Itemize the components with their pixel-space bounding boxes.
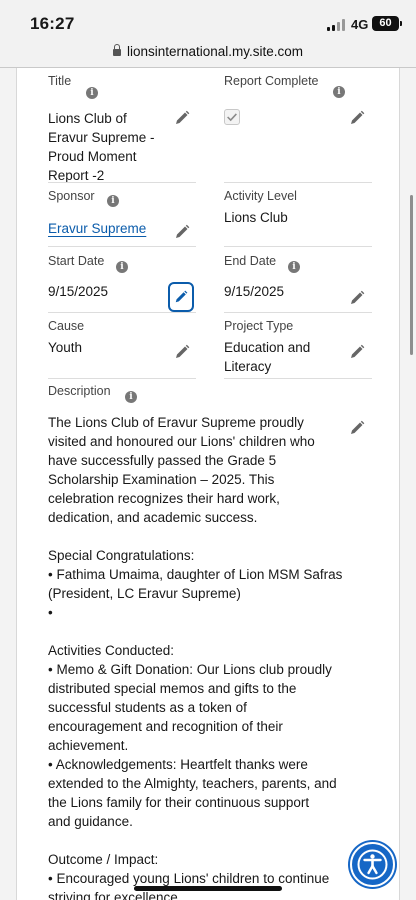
description-line: Special Congratulations: (48, 548, 195, 563)
record-detail-card: Title i Lions Club of Eravur Supreme - P… (16, 68, 400, 900)
activity-level-value: Lions Club (224, 210, 288, 225)
description-line: visited and honoured our Lions' children… (48, 434, 315, 449)
edit-project-type-pencil-icon[interactable] (349, 344, 365, 360)
accessibility-icon (357, 849, 388, 880)
description-line: achievement. (48, 738, 129, 753)
project-type-label: Project Type (224, 319, 294, 333)
cause-value: Youth (48, 340, 83, 355)
description-blank-line (48, 622, 348, 641)
divider (48, 246, 196, 247)
description-line: The Lions Club of Eravur Supreme proudly (48, 415, 304, 430)
project-type-value: Education and Literacy (224, 338, 310, 376)
description-value: The Lions Club of Eravur Supreme proudly… (48, 413, 348, 900)
description-line: Activities Conducted: (48, 643, 175, 658)
description-line: the Lions family for their continuous su… (48, 795, 310, 810)
info-icon[interactable]: i (107, 195, 119, 207)
end-date-label: End Date (224, 254, 277, 268)
url-display[interactable]: lionsinternational.my.site.com (112, 44, 304, 59)
description-field-label: Description i (48, 384, 198, 404)
title-value: Lions Club of Eravur Supreme - Proud Mom… (48, 109, 155, 185)
description-line: • (48, 605, 53, 620)
url-text: lionsinternational.my.site.com (126, 44, 304, 59)
divider (224, 312, 372, 313)
accessibility-button[interactable] (350, 842, 395, 887)
checkmark-icon (227, 113, 237, 122)
sponsor-label: Sponsor (48, 189, 95, 203)
project-type-line: Literacy (224, 359, 272, 374)
description-line: extended to the Almighty, teachers, pare… (48, 776, 337, 791)
pencil-icon (175, 290, 188, 303)
info-icon[interactable]: i (288, 261, 300, 273)
edit-start-date-button[interactable] (168, 282, 194, 312)
lock-icon (112, 44, 121, 56)
report-complete-label: Report Complete (224, 74, 319, 88)
title-field: Title i Lions Club of Eravur Supreme - P… (48, 74, 198, 184)
description-line: and guidance. (48, 814, 133, 829)
activity-level-field: Activity Level Lions Club (224, 189, 374, 239)
description-label: Description (48, 384, 111, 398)
description-line: Outcome / Impact: (48, 852, 159, 867)
description-blank-line (48, 527, 348, 546)
start-date-value: 9/15/2025 (48, 284, 109, 299)
description-line: successful students as a token of (48, 700, 247, 715)
title-line: Proud Moment (48, 149, 137, 164)
report-complete-checkbox (224, 109, 240, 125)
edit-report-complete-pencil-icon[interactable] (349, 110, 365, 126)
title-line: Lions Club of (48, 111, 127, 126)
description-line: dedication, and academic success. (48, 510, 258, 525)
divider (48, 378, 196, 379)
battery-icon: 60 (372, 16, 402, 31)
info-icon[interactable]: i (86, 87, 98, 99)
activity-level-label: Activity Level (224, 189, 297, 203)
description-line: Scholarship Examination – 2025. This (48, 472, 275, 487)
title-label: Title (48, 74, 72, 88)
info-icon[interactable]: i (333, 86, 345, 98)
description-line: • Memo & Gift Donation: Our Lions club p… (48, 662, 332, 677)
divider (224, 378, 372, 379)
info-icon[interactable]: i (116, 261, 128, 273)
signal-icon (327, 19, 346, 31)
info-icon[interactable]: i (125, 391, 137, 403)
description-blank-line (48, 831, 348, 850)
clock: 16:27 (30, 14, 75, 33)
description-line: • Fathima Umaima, daughter of Lion MSM S… (48, 567, 343, 582)
divider (48, 312, 196, 313)
description-line: distributed special memos and gifts to t… (48, 681, 297, 696)
network-type: 4G (351, 17, 369, 32)
divider (224, 246, 372, 247)
divider (48, 182, 196, 183)
description-line: • Acknowledgements: Heartfelt thanks wer… (48, 757, 308, 772)
edit-description-pencil-icon[interactable] (349, 420, 365, 436)
home-indicator[interactable] (134, 886, 282, 891)
description-line: celebration recognizes their hard work, (48, 491, 280, 506)
end-date-value: 9/15/2025 (224, 284, 285, 299)
address-bar[interactable]: lionsinternational.my.site.com (0, 40, 416, 68)
sponsor-link[interactable]: Eravur Supreme (48, 219, 146, 238)
edit-title-pencil-icon[interactable] (174, 110, 190, 126)
cause-label: Cause (48, 319, 85, 333)
edit-sponsor-pencil-icon[interactable] (174, 224, 190, 240)
start-date-label: Start Date (48, 254, 105, 268)
divider (224, 182, 372, 183)
status-bar: 16:27 4G 60 (0, 0, 416, 40)
project-type-line: Education and (224, 340, 311, 355)
title-line: Eravur Supreme - (48, 130, 155, 145)
edit-end-date-pencil-icon[interactable] (349, 290, 365, 306)
description-line: (President, LC Eravur Supreme) (48, 586, 241, 601)
scrollbar-thumb[interactable] (410, 195, 413, 355)
report-complete-field: Report Complete i (224, 74, 374, 114)
description-line: have successfully passed the Grade 5 (48, 453, 277, 468)
edit-cause-pencil-icon[interactable] (174, 344, 190, 360)
description-line: encouragement and recognition of their (48, 719, 283, 734)
